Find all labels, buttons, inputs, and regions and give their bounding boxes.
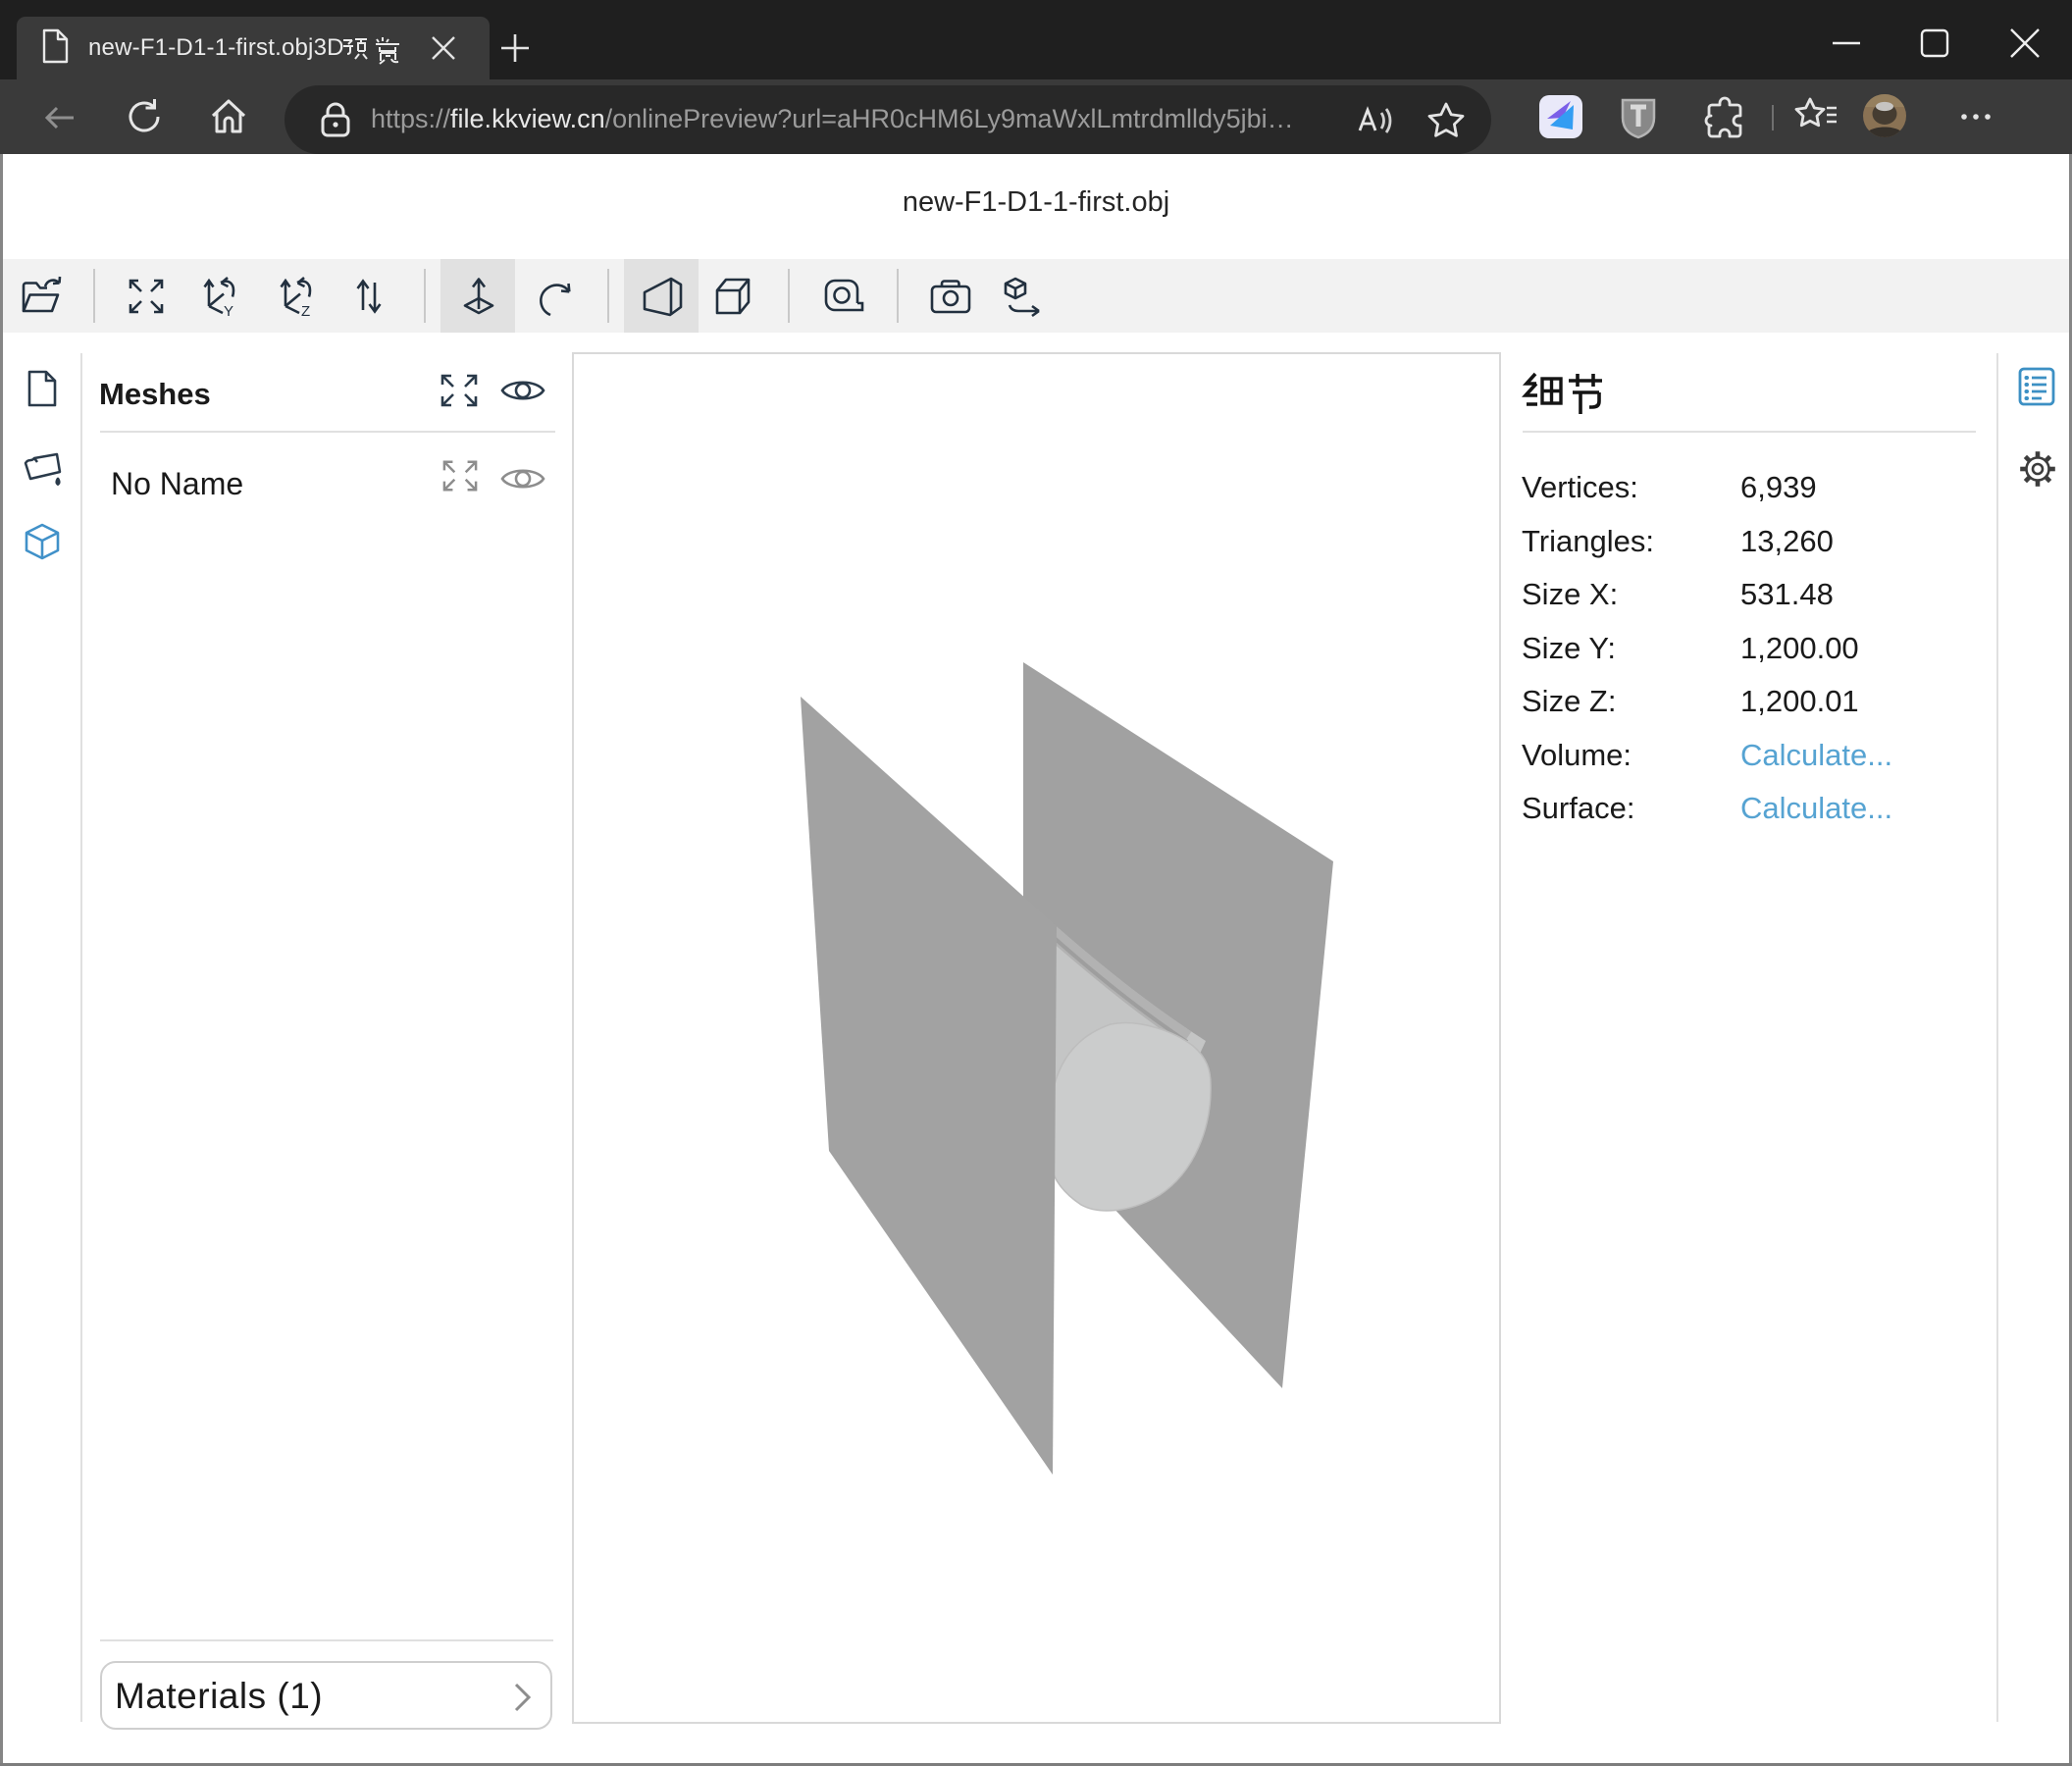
svg-text:Y: Y: [224, 303, 233, 319]
svg-text:Z: Z: [301, 303, 310, 319]
